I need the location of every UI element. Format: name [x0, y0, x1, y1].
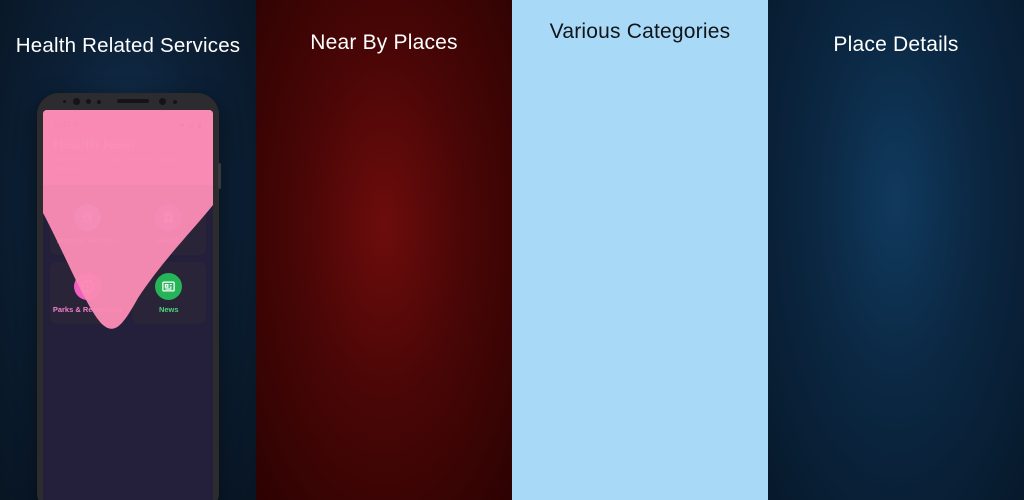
status-bar: 12:27 M	[53, 118, 203, 131]
panel-place-details: Place Details	[768, 0, 1024, 500]
category-label: Medical Services	[57, 235, 118, 245]
category-card-parks-recreation[interactable]: Parks & Recreation	[50, 262, 125, 324]
status-icons	[179, 122, 203, 129]
category-grid-container: Medical Services Health Parks & Recreati…	[43, 185, 213, 500]
app-title: Health Near	[53, 136, 137, 153]
category-label: Parks & Recreation	[52, 304, 122, 314]
app-header: 12:27 M Health Near Select from a number…	[43, 110, 213, 185]
home-medical-icon	[73, 203, 101, 231]
battery-icon	[198, 122, 201, 129]
category-card-news[interactable]: News	[131, 262, 206, 324]
app-subtitle: Select from a number of health related s…	[53, 155, 181, 173]
phone-mockup-1: 12:27 M Health Near Select from a number…	[37, 93, 221, 500]
panel-title: Various Categories	[549, 20, 731, 43]
first-aid-kit-icon	[155, 203, 183, 231]
panel-title: Near By Places	[310, 31, 458, 54]
wifi-icon	[179, 123, 186, 128]
status-carrier: M	[73, 122, 80, 129]
status-time: 12:27	[53, 122, 71, 129]
panel-various-categories: Various Categories 12:27 M	[512, 0, 768, 500]
panel-title: Place Details	[833, 33, 959, 56]
category-card-medical-services[interactable]: Medical Services	[50, 193, 125, 255]
panel-title: Health Related Services	[15, 34, 241, 57]
panel-health-related-services: Health Related Services 12:27 M Health N…	[0, 0, 256, 500]
flower-icon	[73, 272, 101, 300]
app-screen-home: 12:27 M Health Near Select from a number…	[43, 110, 213, 500]
phone-notch-1	[37, 93, 219, 110]
signal-icon	[188, 123, 193, 128]
panel-near-by-places: Near By Places 3:26 M	[256, 0, 512, 500]
category-label: News	[158, 304, 179, 314]
category-grid: Medical Services Health Parks & Recreati…	[50, 193, 206, 324]
category-card-health[interactable]: Health	[131, 193, 206, 255]
newspaper-icon	[155, 272, 183, 300]
category-label: Health	[157, 235, 181, 245]
